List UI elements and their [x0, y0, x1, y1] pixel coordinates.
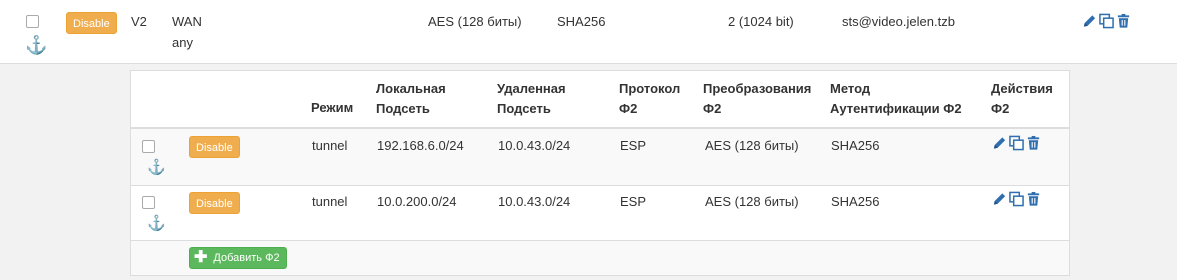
- header-transform-line1: Преобразования: [703, 81, 812, 96]
- row-transform: AES (128 биты): [705, 138, 799, 153]
- phase1-disable-button[interactable]: Disable: [66, 12, 117, 34]
- phase1-interface: WAN: [172, 14, 202, 29]
- row-disable-button[interactable]: Disable: [189, 192, 240, 214]
- header-local-line1: Локальная: [376, 81, 446, 96]
- row-local-subnet: 192.168.6.0/24: [377, 138, 464, 153]
- row-auth: SHA256: [831, 194, 880, 209]
- header-transform-line2: Ф2: [703, 101, 722, 116]
- row-actions: [992, 135, 1041, 151]
- phase1-dh-group: 2 (1024 bit): [728, 14, 794, 29]
- row-disable-button[interactable]: Disable: [189, 136, 240, 158]
- row-actions: [992, 191, 1041, 207]
- header-auth-line1: Метод: [830, 81, 871, 96]
- row-transform: AES (128 биты): [705, 194, 799, 209]
- anchor-icon[interactable]: ⚓: [147, 215, 166, 233]
- header-actions-line2: Ф2: [991, 101, 1010, 116]
- clone-icon[interactable]: [1009, 135, 1024, 151]
- header-mode: Режим: [311, 100, 354, 115]
- header-remote-line1: Удаленная: [497, 81, 566, 96]
- pencil-icon[interactable]: [992, 135, 1007, 151]
- row-remote-subnet: 10.0.43.0/24: [498, 194, 571, 209]
- add-phase2-label: Добавить Ф2: [213, 252, 280, 264]
- table-row: [131, 129, 1069, 185]
- table-row: [131, 186, 1069, 240]
- header-actions-line1: Действия: [991, 81, 1053, 96]
- add-phase2-button[interactable]: ✚ Добавить Ф2: [189, 247, 287, 269]
- row-protocol: ESP: [620, 194, 647, 209]
- phase1-actions: [1082, 13, 1131, 29]
- plus-icon: ✚: [194, 249, 208, 266]
- row-auth: SHA256: [831, 138, 880, 153]
- phase1-checkbox[interactable]: [26, 15, 39, 28]
- phase1-remote-gateway: any: [172, 35, 193, 50]
- pencil-icon[interactable]: [1082, 13, 1097, 29]
- row-mode: tunnel: [312, 194, 348, 209]
- row-protocol: ESP: [620, 138, 647, 153]
- header-auth-line2: Аутентификации Ф2: [830, 101, 962, 116]
- row-checkbox[interactable]: [142, 196, 155, 209]
- header-protocol-line1: Протокол: [619, 81, 681, 96]
- row-mode: tunnel: [312, 138, 348, 153]
- phase1-description: sts@video.jelen.tzb: [842, 14, 955, 29]
- anchor-icon[interactable]: ⚓: [25, 36, 47, 54]
- clone-icon[interactable]: [1099, 13, 1114, 29]
- phase2-table: Режим Локальная Подсеть Удаленная Подсет…: [130, 70, 1070, 276]
- clone-icon[interactable]: [1009, 191, 1024, 207]
- anchor-icon[interactable]: ⚓: [147, 159, 166, 177]
- pencil-icon[interactable]: [992, 191, 1007, 207]
- phase1-row: ⚓ Disable V2 WAN any AES (128 биты) SHA2…: [0, 0, 1177, 64]
- phase1-version: V2: [131, 14, 147, 29]
- header-remote-line2: Подсеть: [497, 101, 551, 116]
- row-remote-subnet: 10.0.43.0/24: [498, 138, 571, 153]
- header-protocol-line2: Ф2: [619, 101, 638, 116]
- row-local-subnet: 10.0.200.0/24: [377, 194, 457, 209]
- trash-icon[interactable]: [1026, 191, 1041, 207]
- phase1-encryption: AES (128 биты): [428, 14, 522, 29]
- trash-icon[interactable]: [1026, 135, 1041, 151]
- trash-icon[interactable]: [1116, 13, 1131, 29]
- phase1-hash: SHA256: [557, 14, 606, 29]
- row-checkbox[interactable]: [142, 140, 155, 153]
- header-local-line2: Подсеть: [376, 101, 430, 116]
